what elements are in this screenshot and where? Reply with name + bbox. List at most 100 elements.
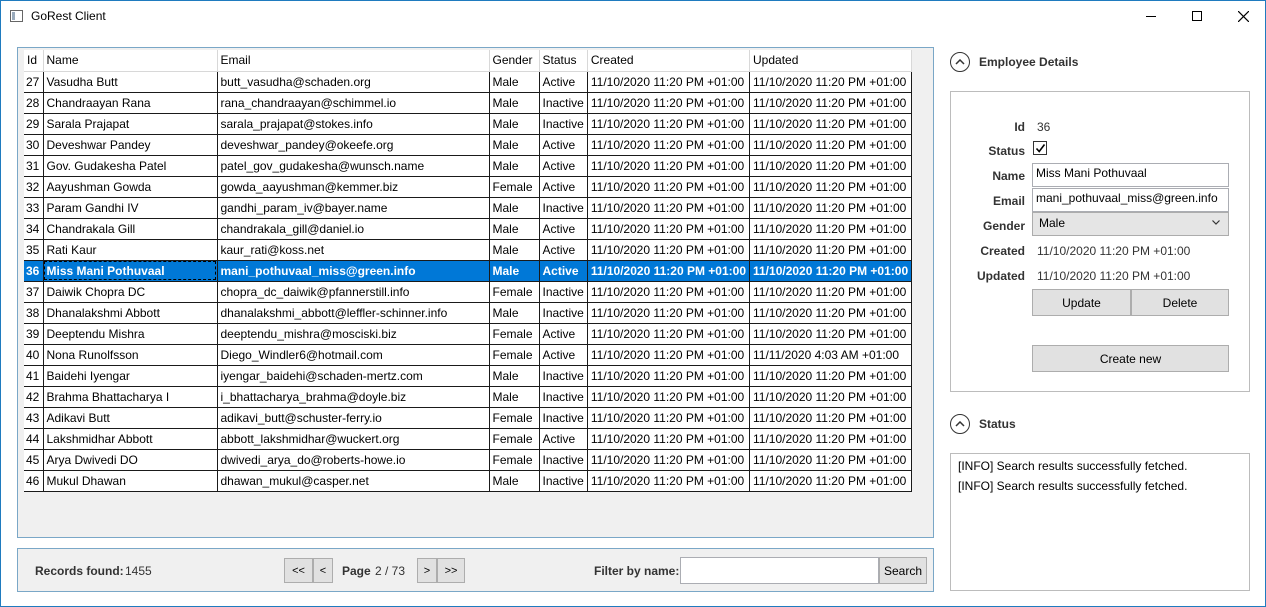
table-row[interactable]: 42 Brahma Bhattacharya Ii_bhattacharya_br…	[24, 386, 913, 408]
cell-updated: 11/10/2020 11:20 PM +01:00	[749, 428, 913, 450]
cell-created: 11/10/2020 11:20 PM +01:00	[587, 428, 751, 450]
cell-status: Active	[539, 239, 588, 261]
column-header-id[interactable]: Id	[24, 50, 44, 72]
email-label: Email	[992, 194, 1025, 208]
cell-gender: Male	[489, 386, 540, 408]
column-header-name[interactable]: Name	[43, 50, 218, 72]
cell-updated: 11/10/2020 11:20 PM +01:00	[749, 449, 913, 471]
cell-status: Inactive	[539, 302, 588, 324]
cell-name: Vasudha Butt	[43, 71, 218, 93]
cell-gender: Female	[489, 407, 540, 429]
cell-created: 11/10/2020 11:20 PM +01:00	[587, 407, 751, 429]
cell-gender: Male	[489, 239, 540, 261]
title-bar[interactable]: GoRest Client	[1, 1, 1265, 31]
cell-id: 30	[24, 134, 44, 156]
cell-updated: 11/10/2020 11:20 PM +01:00	[749, 71, 913, 93]
column-header-updated[interactable]: Updated	[749, 50, 913, 72]
column-header-created[interactable]: Created	[587, 50, 751, 72]
table-row[interactable]: 40 Nona Runolfsson Diego_Windler6@hotmail.…	[24, 344, 913, 366]
create-new-button[interactable]: Create new	[1032, 345, 1229, 372]
status-label: Status	[988, 144, 1025, 158]
search-button[interactable]: Search	[879, 557, 927, 584]
table-row[interactable]: 27 Vasudha Butt butt_vasudha@schaden.org Ma…	[24, 71, 913, 93]
cell-name: Chandraayan Rana	[43, 92, 218, 114]
window-title: GoRest Client	[31, 9, 106, 23]
status-log-line: [INFO] Search results successfully fetch…	[958, 459, 1188, 473]
minimize-button[interactable]	[1128, 1, 1174, 31]
close-icon	[1237, 10, 1249, 22]
table-row[interactable]: 30 Deveshwar Pandey deveshwar_pandey@okeef…	[24, 134, 913, 156]
table-row[interactable]: 29 Sarala Prajapat sarala_prajapat@stokes.…	[24, 113, 913, 135]
table-row[interactable]: 41 Baidehi Iyengar iyengar_baidehi@schaden…	[24, 365, 913, 387]
employee-grid[interactable]: Id Name Email Gender Status Created Upda…	[24, 50, 913, 492]
table-row[interactable]: 45 Arya Dwivedi DO dwivedi_arya_do@roberts…	[24, 449, 913, 471]
delete-button[interactable]: Delete	[1131, 289, 1229, 316]
column-header-email[interactable]: Email	[217, 50, 490, 72]
table-row[interactable]: 34 Chandrakala Gill chandrakala_gill@danie…	[24, 218, 913, 240]
table-row[interactable]: 36 Miss Mani Pothuvaal mani_pothuvaal_miss…	[24, 260, 913, 282]
status-section-header[interactable]: Status	[950, 414, 1016, 434]
table-row[interactable]: 38 Dhanalakshmi Abbott dhanalakshmi_abbott…	[24, 302, 913, 324]
cell-gender: Male	[489, 113, 540, 135]
cell-status: Active	[539, 155, 588, 177]
table-row[interactable]: 44 Lakshmidhar Abbott abbott_lakshmidhar@w…	[24, 428, 913, 450]
cell-status: Active	[539, 428, 588, 450]
table-row[interactable]: 28 Chandraayan Rana rana_chandraayan@schim…	[24, 92, 913, 114]
update-button[interactable]: Update	[1032, 289, 1131, 316]
cell-name: Rati Kaur	[43, 239, 218, 261]
last-page-button[interactable]: >>	[437, 558, 465, 583]
cell-gender: Female	[489, 344, 540, 366]
cell-gender: Male	[489, 92, 540, 114]
table-row[interactable]: 32 Aayushman Gowda gowda_aayushman@kemmer.…	[24, 176, 913, 198]
table-row[interactable]: 39 Deeptendu Mishra deeptendu_mishra@mosci…	[24, 323, 913, 345]
status-checkbox[interactable]	[1033, 141, 1047, 155]
cell-id: 45	[24, 449, 44, 471]
table-row[interactable]: 43 Adikavi Butt adikavi_butt@schuster-ferr…	[24, 407, 913, 429]
name-input[interactable]: Miss Mani Pothuvaal	[1032, 163, 1229, 187]
cell-name: Deveshwar Pandey	[43, 134, 218, 156]
column-header-status[interactable]: Status	[539, 50, 588, 72]
cell-updated: 11/10/2020 11:20 PM +01:00	[749, 407, 913, 429]
status-log[interactable]: [INFO] Search results successfully fetch…	[950, 453, 1250, 591]
first-page-button[interactable]: <<	[284, 558, 313, 583]
employee-details-header[interactable]: Employee Details	[950, 52, 1078, 72]
minimize-icon	[1146, 15, 1156, 17]
cell-name: Gov. Gudakesha Patel	[43, 155, 218, 177]
collapse-status-button[interactable]	[950, 414, 970, 434]
cell-created: 11/10/2020 11:20 PM +01:00	[587, 281, 751, 303]
next-page-button[interactable]: >	[417, 558, 437, 583]
cell-gender: Male	[489, 155, 540, 177]
cell-updated: 11/10/2020 11:20 PM +01:00	[749, 176, 913, 198]
table-row[interactable]: 46 Mukul Dhawan dhawan_mukul@casper.net Mal…	[24, 470, 913, 492]
cell-id: 27	[24, 71, 44, 93]
cell-status: Active	[539, 260, 588, 282]
gender-select[interactable]: Male	[1032, 212, 1229, 236]
table-row[interactable]: 31 Gov. Gudakesha Patel patel_gov_gudakesh…	[24, 155, 913, 177]
maximize-button[interactable]	[1174, 1, 1220, 31]
table-row[interactable]: 33 Param Gandhi IV gandhi_param_iv@bayer.n…	[24, 197, 913, 219]
cell-gender: Female	[489, 176, 540, 198]
cell-gender: Female	[489, 323, 540, 345]
cell-id: 33	[24, 197, 44, 219]
cell-gender: Female	[489, 449, 540, 471]
cell-status: Inactive	[539, 281, 588, 303]
cell-created: 11/10/2020 11:20 PM +01:00	[587, 323, 751, 345]
table-row[interactable]: 35 Rati Kaur kaur_rati@koss.net Male Active 1…	[24, 239, 913, 261]
collapse-details-button[interactable]	[950, 52, 970, 72]
cell-name: Miss Mani Pothuvaal	[43, 260, 218, 282]
table-row[interactable]: 37 Daiwik Chopra DC chopra_dc_daiwik@pfann…	[24, 281, 913, 303]
cell-updated: 11/10/2020 11:20 PM +01:00	[749, 302, 913, 324]
maximize-icon	[1192, 11, 1202, 21]
cell-email: gowda_aayushman@kemmer.biz	[217, 176, 490, 198]
cell-status: Active	[539, 71, 588, 93]
filter-name-input[interactable]	[680, 557, 879, 584]
cell-gender: Male	[489, 197, 540, 219]
cell-email: dwivedi_arya_do@roberts-howe.io	[217, 449, 490, 471]
cell-id: 37	[24, 281, 44, 303]
column-header-gender[interactable]: Gender	[489, 50, 540, 72]
previous-page-button[interactable]: <	[313, 558, 333, 583]
email-input[interactable]: mani_pothuvaal_miss@green.info	[1032, 188, 1229, 212]
cell-email: gandhi_param_iv@bayer.name	[217, 197, 490, 219]
close-button[interactable]	[1220, 1, 1266, 31]
cell-name: Param Gandhi IV	[43, 197, 218, 219]
